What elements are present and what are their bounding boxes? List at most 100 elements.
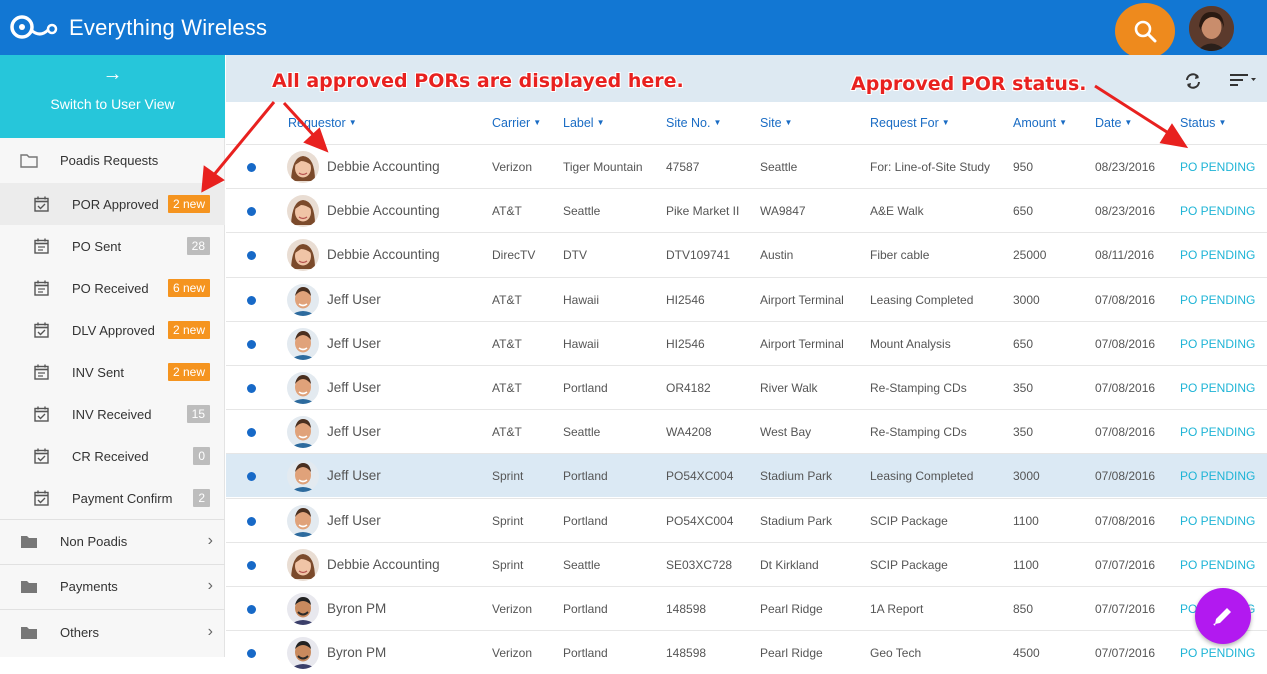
sidebar-group-non-poadis[interactable]: Non Poadis ›: [0, 520, 225, 564]
sidebar: → Switch to User View Poadis Requests PO…: [0, 55, 225, 657]
table-row[interactable]: Jeff User Sprint Portland PO54XC004 Stadium …: [226, 453, 1267, 498]
table-row[interactable]: Byron PM Verizon Portland 148598 Pearl Ridge…: [226, 586, 1267, 630]
request-for-cell: Leasing Completed: [870, 292, 974, 307]
sidebar-item-inv-received[interactable]: INV Received 15: [0, 393, 225, 435]
column-header-date[interactable]: Date ▼: [1095, 116, 1132, 130]
sidebar-item-payment-confirm[interactable]: Payment Confirm 2: [0, 477, 225, 519]
date-cell: 07/08/2016: [1095, 381, 1156, 395]
column-header-label: Site: [760, 116, 782, 130]
top-app-bar: Everything Wireless: [0, 0, 1267, 59]
sidebar-group-payments[interactable]: Payments ›: [0, 565, 225, 609]
date-cell: 07/07/2016: [1095, 557, 1156, 572]
column-header-carrier[interactable]: Carrier ▼: [492, 116, 541, 130]
avatar: [287, 460, 319, 493]
date-cell: 08/11/2016: [1095, 248, 1155, 263]
sidebar-item-por-approved[interactable]: POR Approved 2 new: [0, 183, 225, 225]
sidebar-divider: [0, 609, 225, 610]
column-header-label: Requestor: [288, 116, 346, 130]
carrier-cell: Sprint: [492, 557, 524, 572]
status-cell: PO PENDING: [1180, 425, 1256, 440]
refresh-icon[interactable]: [1184, 72, 1202, 90]
status-cell: PO PENDING: [1180, 646, 1256, 661]
table-row[interactable]: Debbie Accounting Sprint Seattle SE03XC728 D…: [226, 541, 1267, 586]
column-header-site-no[interactable]: Site No. ▼: [666, 116, 721, 130]
site-no-cell: OR4182: [666, 381, 711, 395]
site-cell: Stadium Park: [760, 513, 833, 528]
amount-cell: 3000: [1013, 292, 1040, 307]
requestor-cell: Jeff User: [327, 468, 381, 484]
sidebar-item-cr-received[interactable]: CR Received 0: [0, 435, 225, 477]
request-for-cell: Mount Analysis: [870, 336, 951, 351]
sidebar-item-dlv-approved[interactable]: DLV Approved 2 new: [0, 309, 225, 351]
label-cell: Portland: [563, 646, 608, 661]
requestor-cell: Byron PM: [327, 601, 387, 616]
table-row[interactable]: Byron PM Verizon Portland 148598 Pearl Ridge…: [226, 630, 1267, 674]
table-row[interactable]: Jeff User AT&T Hawaii HI2546 Airport Termina…: [226, 320, 1267, 365]
label-cell: DTV: [563, 248, 587, 263]
column-header-label: Status: [1180, 116, 1216, 130]
count-badge: 15: [186, 405, 210, 423]
site-no-cell: PO54XC004: [666, 469, 734, 484]
search-button[interactable]: [1115, 3, 1175, 59]
avatar: [287, 548, 319, 581]
date-cell: 07/08/2016: [1095, 336, 1156, 351]
amount-cell: 350: [1013, 425, 1034, 440]
sidebar-item-label: DLV Approved: [72, 323, 155, 338]
table-row[interactable]: Jeff User AT&T Seattle WA4208 West Bay Re-Sta…: [226, 409, 1267, 453]
requestor-cell: Debbie Accounting: [327, 159, 440, 174]
table-row[interactable]: Jeff User AT&T Hawaii HI2546 Airport Termina…: [226, 276, 1267, 321]
label-cell: Portland: [563, 602, 608, 616]
count-badge: 2 new: [167, 321, 210, 339]
status-cell: PO PENDING: [1180, 336, 1256, 351]
folder-icon: [21, 536, 37, 548]
sidebar-group-others[interactable]: Others ›: [0, 611, 225, 655]
column-header-amount[interactable]: Amount ▼: [1013, 116, 1067, 130]
site-cell: Airport Terminal: [760, 292, 844, 307]
sidebar-group-label: Payments: [60, 579, 118, 594]
column-header-request-for[interactable]: Request For ▼: [870, 116, 950, 130]
date-cell: 07/08/2016: [1095, 292, 1156, 307]
chevron-right-icon: ›: [207, 577, 213, 594]
table-row[interactable]: Debbie Accounting Verizon Tiger Mountain 47…: [226, 144, 1267, 188]
unread-dot-icon: [247, 472, 256, 482]
site-cell: Dt Kirkland: [760, 557, 819, 572]
requestor-cell: Jeff User: [327, 335, 381, 351]
sidebar-item-label: POR Approved: [72, 197, 159, 212]
site-cell: River Walk: [760, 381, 818, 395]
calendar-check-icon: [34, 196, 49, 212]
annotation-right: Approved POR status.: [851, 73, 1087, 95]
sidebar-item-po-received[interactable]: PO Received 6 new: [0, 267, 225, 309]
label-cell: Hawaii: [563, 292, 600, 307]
status-cell: PO PENDING: [1180, 381, 1256, 395]
table-row[interactable]: Jeff User AT&T Portland OR4182 River Walk Re-…: [226, 365, 1267, 409]
request-for-cell: Re-Stamping CDs: [870, 425, 967, 440]
site-no-cell: PO54XC004: [666, 513, 734, 528]
request-for-cell: For: Line-of-Site Study: [870, 160, 991, 174]
table-row[interactable]: Jeff User Sprint Portland PO54XC004 Stadium …: [226, 497, 1267, 542]
column-header-label: Request For: [870, 116, 939, 130]
table-row[interactable]: Debbie Accounting AT&T Seattle Pike Market …: [226, 188, 1267, 232]
caret-down-icon: ▼: [596, 118, 605, 127]
sidebar-group-poadis-requests[interactable]: Poadis Requests: [0, 139, 225, 183]
column-header-label[interactable]: Label ▼: [563, 116, 605, 130]
unread-dot-icon: [247, 605, 256, 614]
request-for-cell: 1A Report: [870, 602, 924, 616]
switch-to-user-view-button[interactable]: → Switch to User View: [0, 55, 225, 138]
sidebar-group-label: Non Poadis: [60, 534, 128, 549]
compose-fab-button[interactable]: [1195, 588, 1251, 644]
avatar: [287, 151, 319, 183]
unread-dot-icon: [247, 163, 256, 172]
column-header-status[interactable]: Status ▼: [1180, 116, 1226, 130]
column-header-site[interactable]: Site ▼: [760, 116, 792, 130]
column-header-requestor[interactable]: Requestor ▼: [288, 116, 357, 130]
date-cell: 07/08/2016: [1095, 469, 1156, 484]
unread-dot-icon: [247, 339, 256, 349]
sidebar-group-label: Poadis Requests: [60, 153, 159, 168]
sidebar-item-inv-sent[interactable]: INV Sent 2 new: [0, 351, 225, 393]
sidebar-item-po-sent[interactable]: PO Sent 28: [0, 225, 225, 267]
column-header-label: Site No.: [666, 116, 711, 130]
table-row[interactable]: Debbie Accounting DirecTV DTV DTV109741 Aust…: [226, 232, 1267, 276]
column-header-label: Carrier: [492, 116, 531, 130]
user-avatar[interactable]: [1189, 6, 1234, 51]
sort-icon[interactable]: [1229, 73, 1257, 87]
